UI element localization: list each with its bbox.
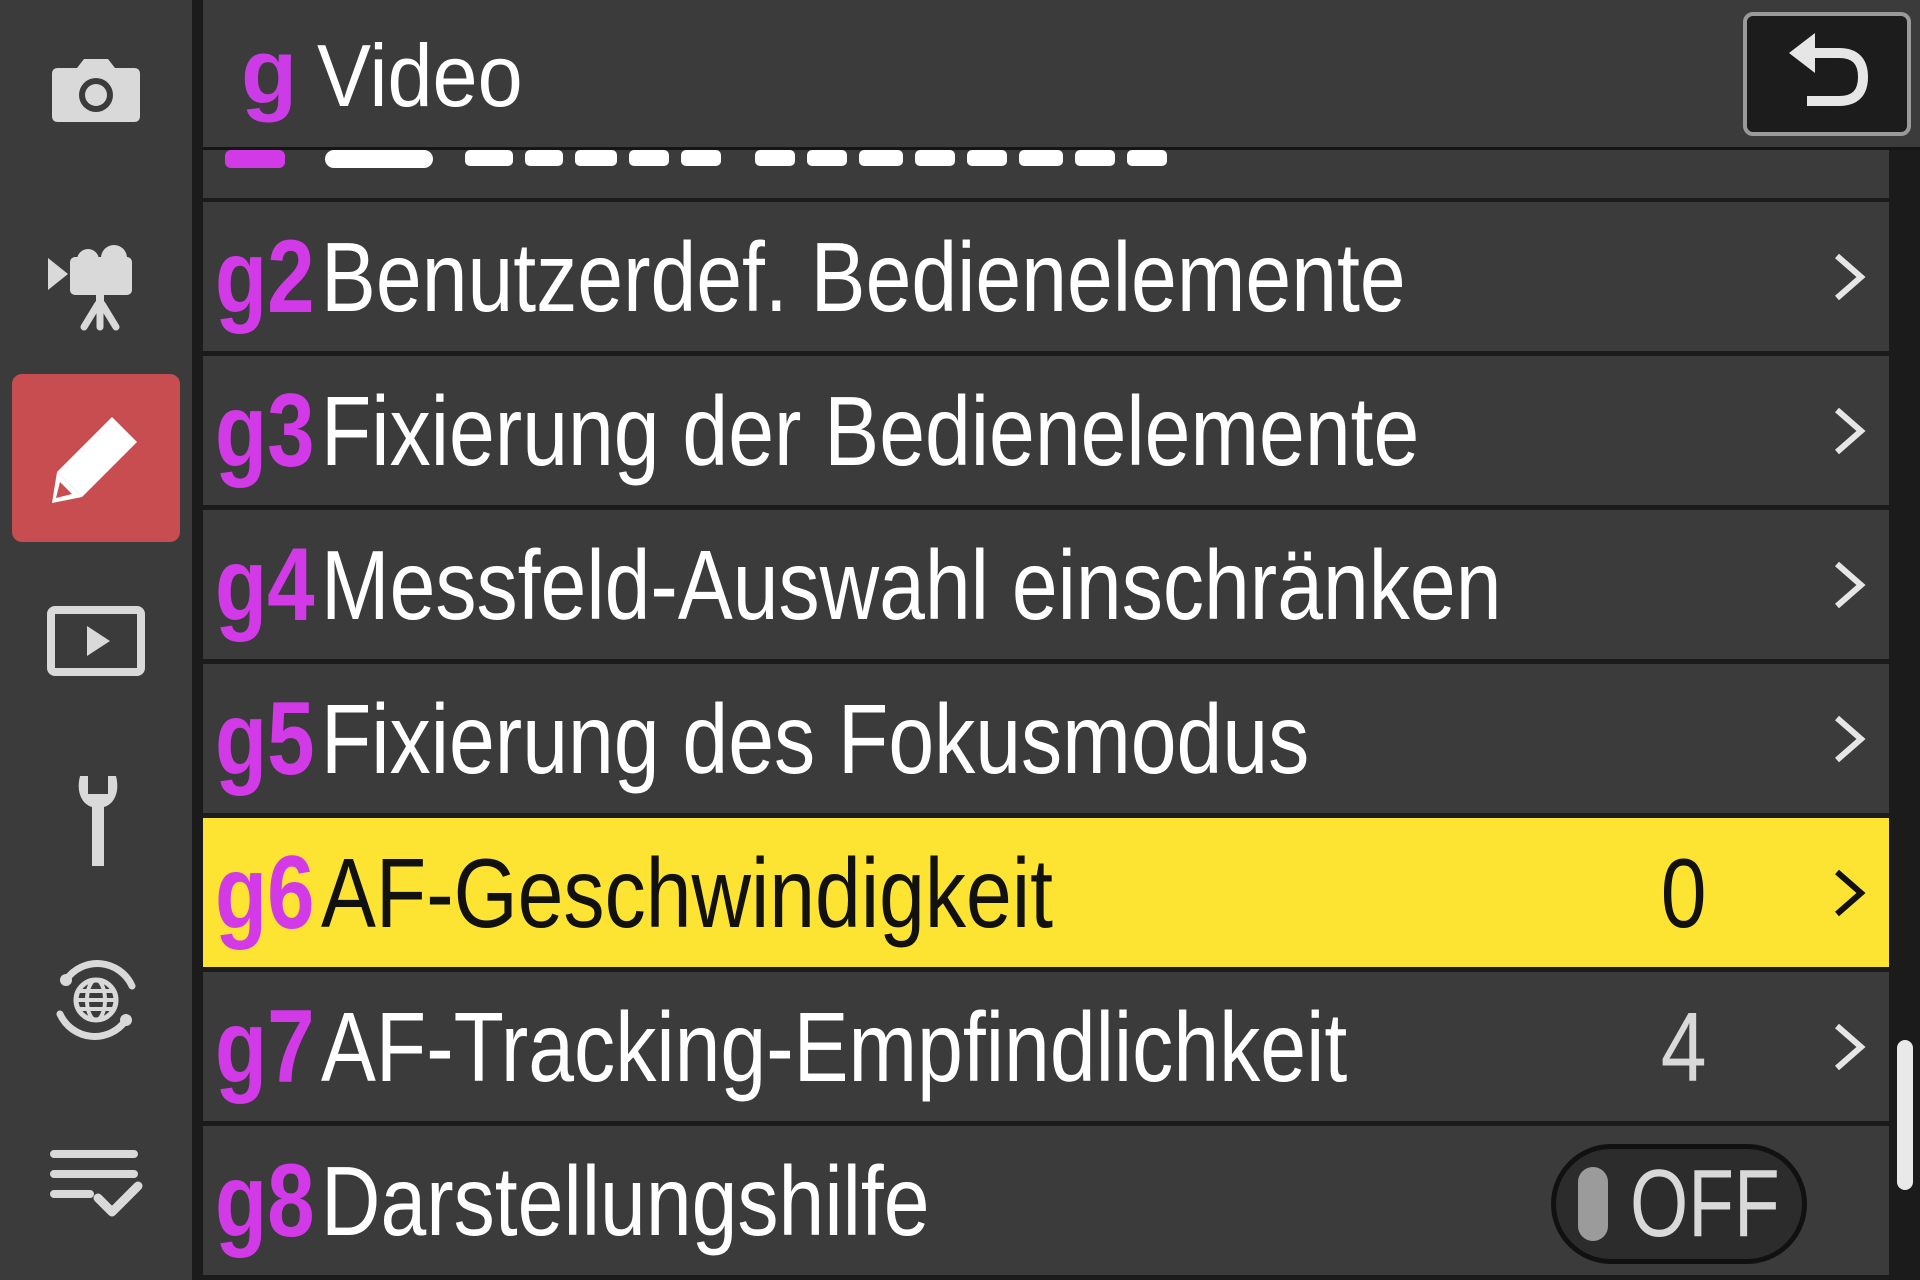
- list-item-g2[interactable]: g2 Benutzerdef. Bedienelemente: [203, 202, 1889, 351]
- item-label: Fixierung der Bedienelemente: [321, 375, 1420, 486]
- tab-network[interactable]: [12, 916, 180, 1084]
- item-label: Fixierung des Fokusmodus: [321, 683, 1310, 794]
- chevron-right-icon: [1827, 356, 1871, 505]
- tab-custom-settings[interactable]: [12, 374, 180, 542]
- item-value: 0: [1661, 837, 1707, 948]
- playback-icon: [46, 590, 146, 690]
- list-item-g6[interactable]: g6 AF-Geschwindigkeit 0: [203, 818, 1889, 967]
- movie-icon: [46, 232, 146, 332]
- item-code: g7: [215, 988, 315, 1105]
- menu-list: g2 Benutzerdef. Bedienelemente g3 Fixier…: [203, 150, 1889, 1280]
- list-item-g8[interactable]: g8 Darstellungshilfe OFF: [203, 1126, 1889, 1275]
- camera-menu-screen: g Video g2 Benutzerdef. Bedienelemente g…: [0, 0, 1920, 1280]
- camera-icon: [46, 40, 146, 140]
- scrollbar-thumb[interactable]: [1897, 1040, 1913, 1190]
- my-menu-icon: [46, 1132, 146, 1232]
- list-item-g4[interactable]: g4 Messfeld-Auswahl einschränken: [203, 510, 1889, 659]
- chevron-right-icon: [1827, 972, 1871, 1121]
- tab-video-recording[interactable]: [12, 198, 180, 366]
- item-label: AF-Geschwindigkeit: [321, 837, 1054, 948]
- wrench-icon: [46, 770, 146, 870]
- list-item-g7[interactable]: g7 AF-Tracking-Empfindlichkeit 4: [203, 972, 1889, 1121]
- item-code: g3: [215, 372, 315, 489]
- toggle-switch[interactable]: OFF: [1551, 1144, 1807, 1264]
- page-title: Video: [317, 26, 523, 125]
- menu-tab-rail: [0, 0, 192, 1280]
- chevron-right-icon: [1827, 202, 1871, 351]
- menu-section-code: g: [241, 21, 298, 123]
- tab-my-menu[interactable]: [12, 1098, 180, 1266]
- item-label: Benutzerdef. Bedienelemente: [321, 221, 1406, 332]
- toggle-state: OFF: [1630, 1150, 1780, 1257]
- item-label: Messfeld-Auswahl einschränken: [321, 529, 1502, 640]
- tab-playback[interactable]: [12, 556, 180, 724]
- toggle-knob: [1578, 1167, 1608, 1241]
- tab-photo-shooting[interactable]: [12, 6, 180, 174]
- chevron-right-icon: [1827, 818, 1871, 967]
- item-code: g2: [215, 218, 315, 335]
- item-code: g6: [215, 834, 315, 951]
- tab-setup[interactable]: [12, 736, 180, 904]
- item-label: AF-Tracking-Empfindlichkeit: [321, 991, 1348, 1102]
- item-label: Darstellungshilfe: [321, 1145, 930, 1256]
- chevron-right-icon: [1827, 510, 1871, 659]
- list-item-g5[interactable]: g5 Fixierung des Fokusmodus: [203, 664, 1889, 813]
- back-button[interactable]: [1743, 12, 1911, 136]
- item-code: g5: [215, 680, 315, 797]
- chevron-right-icon: [1827, 664, 1871, 813]
- item-code: g4: [215, 526, 315, 643]
- list-item-g3[interactable]: g3 Fixierung der Bedienelemente: [203, 356, 1889, 505]
- network-icon: [46, 950, 146, 1050]
- return-arrow-icon: [1777, 27, 1877, 121]
- item-value: 4: [1661, 991, 1707, 1102]
- list-item-partial: [203, 150, 1889, 198]
- item-code: g8: [215, 1142, 315, 1259]
- menu-header: g Video: [203, 0, 1920, 150]
- pencil-icon: [46, 408, 146, 508]
